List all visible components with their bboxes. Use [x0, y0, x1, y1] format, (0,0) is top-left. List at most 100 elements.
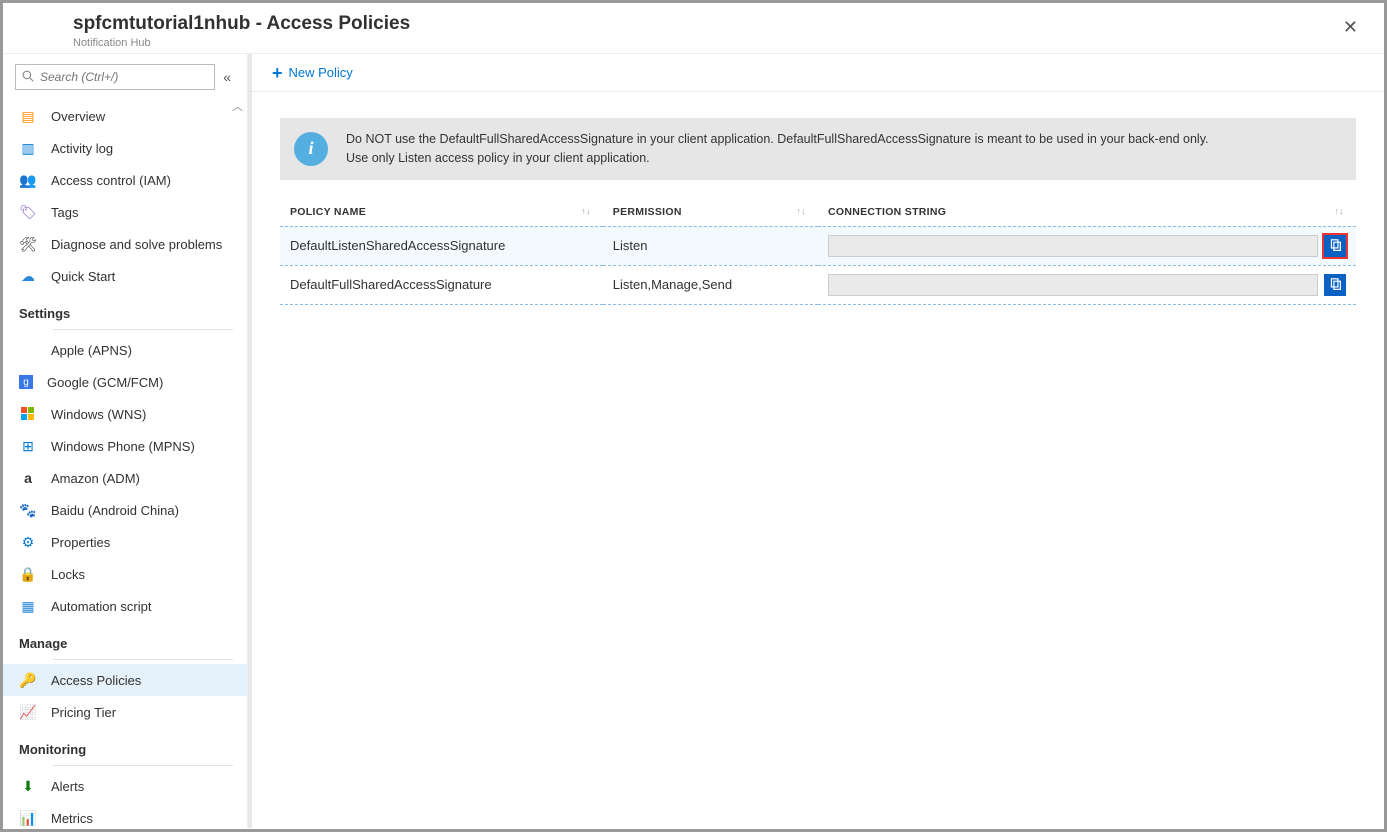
nav-label: Properties [51, 535, 110, 550]
iam-icon: 👥 [19, 171, 37, 189]
col-permission[interactable]: PERMISSION ↑↓ [603, 198, 818, 227]
locks-icon: 🔒 [19, 565, 37, 583]
main-pane: + New Policy i Do NOT use the DefaultFul… [248, 54, 1384, 828]
info-icon: i [294, 132, 328, 166]
nav-label: Diagnose and solve problems [51, 237, 222, 252]
nav-label: Windows Phone (MPNS) [51, 439, 195, 454]
blade-header: spfcmtutorial1nhub - Access Policies Not… [3, 3, 1384, 54]
collapse-sidebar-icon[interactable]: « [219, 69, 235, 85]
nav-apple[interactable]: Apple (APNS) [3, 334, 247, 366]
nav-label: Access Policies [51, 673, 141, 688]
search-box[interactable] [15, 64, 215, 90]
info-banner: i Do NOT use the DefaultFullSharedAccess… [280, 118, 1356, 180]
nav-heading-settings: Settings [3, 296, 247, 327]
connection-string-field[interactable] [828, 235, 1318, 257]
nav-locks[interactable]: 🔒 Locks [3, 558, 247, 590]
nav-label: Alerts [51, 779, 84, 794]
copy-icon [1329, 239, 1342, 252]
nav-label: Baidu (Android China) [51, 503, 179, 518]
nav-heading-manage: Manage [3, 626, 247, 657]
nav-windows[interactable]: Windows (WNS) [3, 398, 247, 430]
nav-access-control[interactable]: 👥 Access control (IAM) [3, 164, 247, 196]
info-line-2: Use only Listen access policy in your cl… [346, 149, 1209, 168]
connection-string-field[interactable] [828, 274, 1318, 296]
nav-google[interactable]: g Google (GCM/FCM) [3, 366, 247, 398]
nav-baidu[interactable]: 🐾 Baidu (Android China) [3, 494, 247, 526]
sort-icon: ↑↓ [796, 206, 806, 216]
nav-access-policies[interactable]: 🔑 Access Policies [3, 664, 247, 696]
nav-alerts[interactable]: ⬇ Alerts [3, 770, 247, 802]
copy-icon [1329, 278, 1342, 291]
nav-label: Apple (APNS) [51, 343, 132, 358]
nav-activity-log[interactable]: ▥ Activity log [3, 132, 247, 164]
nav-label: Metrics [51, 811, 93, 826]
nav-properties[interactable]: ⚙ Properties [3, 526, 247, 558]
nav-label: Pricing Tier [51, 705, 116, 720]
automation-icon: ▦ [19, 597, 37, 615]
command-bar: + New Policy [252, 54, 1384, 92]
nav-automation[interactable]: ▦ Automation script [3, 590, 247, 622]
col-label: POLICY NAME [290, 206, 366, 218]
sort-icon: ↑↓ [1334, 206, 1344, 216]
nav-heading-monitoring: Monitoring [3, 732, 247, 763]
nav-label: Quick Start [51, 269, 115, 284]
metrics-icon: 📊 [19, 809, 37, 827]
policy-name-cell: DefaultFullSharedAccessSignature [280, 265, 603, 304]
nav-pricing-tier[interactable]: 📈 Pricing Tier [3, 696, 247, 728]
permission-cell: Listen [603, 226, 818, 265]
windows-icon [19, 405, 37, 423]
policy-name-cell: DefaultListenSharedAccessSignature [280, 226, 603, 265]
new-policy-button[interactable]: + New Policy [266, 61, 359, 84]
sidebar: « ︿ ▤ Overview ▥ Activity log 👥 Access cont… [3, 54, 248, 828]
nav-label: Activity log [51, 141, 113, 156]
nav-label: Google (GCM/FCM) [47, 375, 163, 390]
google-icon: g [19, 375, 33, 389]
quickstart-icon: ☁ [19, 267, 37, 285]
col-label: CONNECTION STRING [828, 206, 946, 218]
apple-icon [19, 341, 37, 359]
activitylog-icon: ▥ [19, 139, 37, 157]
winphone-icon: ⊞ [19, 437, 37, 455]
nav-overview[interactable]: ▤ Overview [3, 100, 247, 132]
table-row[interactable]: DefaultListenSharedAccessSignature Liste… [280, 226, 1356, 265]
close-icon[interactable]: ✕ [1335, 13, 1366, 42]
pricing-icon: 📈 [19, 703, 37, 721]
tags-icon: 🏷 [19, 203, 37, 221]
info-line-1: Do NOT use the DefaultFullSharedAccessSi… [346, 130, 1209, 149]
nav-label: Tags [51, 205, 78, 220]
nav-label: Automation script [51, 599, 151, 614]
nav-label: Locks [51, 567, 85, 582]
scroll-up-icon[interactable]: ︿ [232, 98, 243, 114]
baidu-icon: 🐾 [19, 501, 37, 519]
diagnose-icon: 🛠 [19, 235, 37, 253]
col-label: PERMISSION [613, 206, 682, 218]
nav-quick-start[interactable]: ☁ Quick Start [3, 260, 247, 292]
nav-tags[interactable]: 🏷 Tags [3, 196, 247, 228]
key-icon: 🔑 [19, 671, 37, 689]
amazon-icon: a [19, 469, 37, 487]
col-connection-string[interactable]: CONNECTION STRING ↑↓ [818, 198, 1356, 227]
page-subtitle: Notification Hub [73, 37, 410, 49]
sort-icon: ↑↓ [581, 206, 591, 216]
permission-cell: Listen,Manage,Send [603, 265, 818, 304]
properties-icon: ⚙ [19, 533, 37, 551]
overview-icon: ▤ [19, 107, 37, 125]
policy-table: POLICY NAME ↑↓ PERMISSION ↑↓ CONNECTION ST… [280, 198, 1356, 305]
nav-label: Amazon (ADM) [51, 471, 140, 486]
search-input[interactable] [40, 70, 208, 84]
copy-button[interactable] [1324, 274, 1346, 296]
search-icon [22, 70, 34, 85]
plus-icon: + [272, 66, 283, 80]
copy-button[interactable] [1324, 235, 1346, 257]
nav-label: Access control (IAM) [51, 173, 171, 188]
alerts-icon: ⬇ [19, 777, 37, 795]
nav-metrics[interactable]: 📊 Metrics [3, 802, 247, 828]
nav-diagnose[interactable]: 🛠 Diagnose and solve problems [3, 228, 247, 260]
new-policy-label: New Policy [289, 65, 353, 80]
nav-amazon[interactable]: a Amazon (ADM) [3, 462, 247, 494]
nav-label: Overview [51, 109, 105, 124]
nav-label: Windows (WNS) [51, 407, 146, 422]
table-row[interactable]: DefaultFullSharedAccessSignature Listen,… [280, 265, 1356, 304]
col-policy-name[interactable]: POLICY NAME ↑↓ [280, 198, 603, 227]
nav-windows-phone[interactable]: ⊞ Windows Phone (MPNS) [3, 430, 247, 462]
